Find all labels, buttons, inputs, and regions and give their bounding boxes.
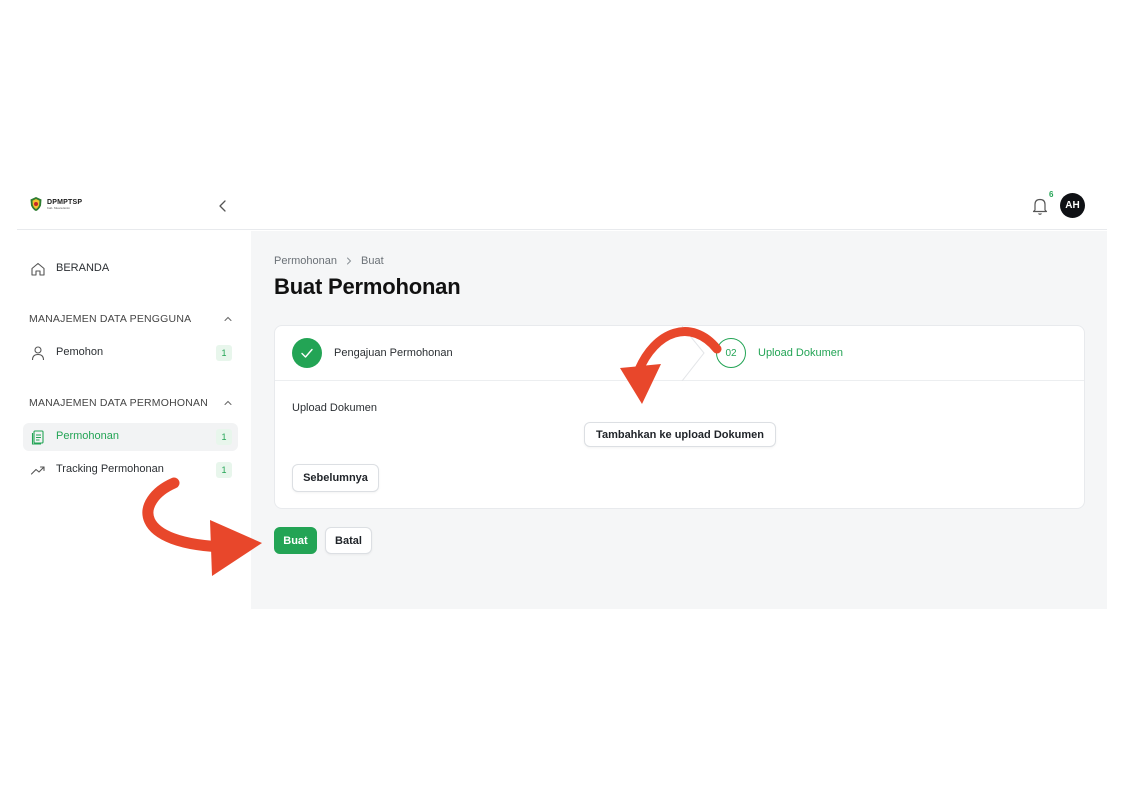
chevron-up-icon[interactable] <box>223 398 233 408</box>
sidebar-item-tracking[interactable]: Tracking Permohonan 1 <box>23 456 238 484</box>
count-badge: 1 <box>216 345 232 361</box>
collapse-sidebar-icon[interactable] <box>215 196 231 216</box>
notification-badge: 6 <box>1049 190 1054 199</box>
cancel-button[interactable]: Batal <box>325 527 372 554</box>
sidebar-item-beranda[interactable]: BERANDA <box>23 255 238 283</box>
top-bar: DPMPTSP Kab. Muara Enim 6 AH <box>17 182 1107 230</box>
breadcrumb-item[interactable]: Permohonan <box>274 255 337 267</box>
section-header-permohonan[interactable]: MANAJEMEN DATA PERMOHONAN <box>29 397 233 409</box>
step-label: Pengajuan Permohonan <box>334 347 453 359</box>
chevron-right-icon <box>347 257 352 265</box>
sidebar-item-label: Permohonan <box>56 430 119 442</box>
step-label: Upload Dokumen <box>758 347 843 359</box>
count-badge: 1 <box>216 462 232 478</box>
step-number: 02 <box>716 338 746 368</box>
sidebar-item-label: Pemohon <box>56 346 104 358</box>
count-badge: 1 <box>216 429 232 445</box>
chevron-up-icon[interactable] <box>223 314 233 324</box>
step-complete-indicator <box>292 338 322 368</box>
upload-section-label: Upload Dokumen <box>292 402 377 414</box>
step-divider <box>681 326 705 381</box>
form-card: Pengajuan Permohonan 02 Upload Dokumen U… <box>274 325 1085 509</box>
user-icon <box>31 346 45 361</box>
page-title: Buat Permohonan <box>274 274 461 299</box>
brand-title: DPMPTSP <box>47 198 83 206</box>
check-icon <box>301 348 313 358</box>
section-header-pengguna[interactable]: MANAJEMEN DATA PENGGUNA <box>29 313 233 325</box>
documents-icon <box>31 430 44 445</box>
previous-button[interactable]: Sebelumnya <box>292 464 379 492</box>
stepper: Pengajuan Permohonan 02 Upload Dokumen <box>275 326 1084 381</box>
section-title: MANAJEMEN DATA PERMOHONAN <box>29 397 209 409</box>
bell-icon[interactable] <box>1030 195 1050 217</box>
home-icon <box>31 262 45 276</box>
breadcrumb: Permohonan Buat <box>274 255 384 267</box>
create-button[interactable]: Buat <box>274 527 317 554</box>
app-window: DPMPTSP Kab. Muara Enim 6 AH BERANDA MAN… <box>17 182 1107 609</box>
brand-logo[interactable]: DPMPTSP Kab. Muara Enim <box>29 196 82 212</box>
section-title: MANAJEMEN DATA PENGGUNA <box>29 313 192 325</box>
sidebar-item-pemohon[interactable]: Pemohon 1 <box>23 339 238 367</box>
user-avatar[interactable]: AH <box>1060 193 1085 218</box>
add-upload-button[interactable]: Tambahkan ke upload Dokumen <box>584 422 776 447</box>
brand-subtitle: Kab. Muara Enim <box>47 205 71 210</box>
sidebar-item-label: BERANDA <box>56 262 110 274</box>
emblem-icon <box>30 197 42 211</box>
main-content: Permohonan Buat Buat Permohonan Pengajua… <box>251 231 1107 609</box>
sidebar-item-permohonan[interactable]: Permohonan 1 <box>23 423 238 451</box>
sidebar-item-label: Tracking Permohonan <box>56 463 164 475</box>
sidebar: BERANDA MANAJEMEN DATA PENGGUNA Pemohon … <box>17 231 251 609</box>
breadcrumb-item: Buat <box>361 255 384 267</box>
trend-icon <box>30 466 45 475</box>
